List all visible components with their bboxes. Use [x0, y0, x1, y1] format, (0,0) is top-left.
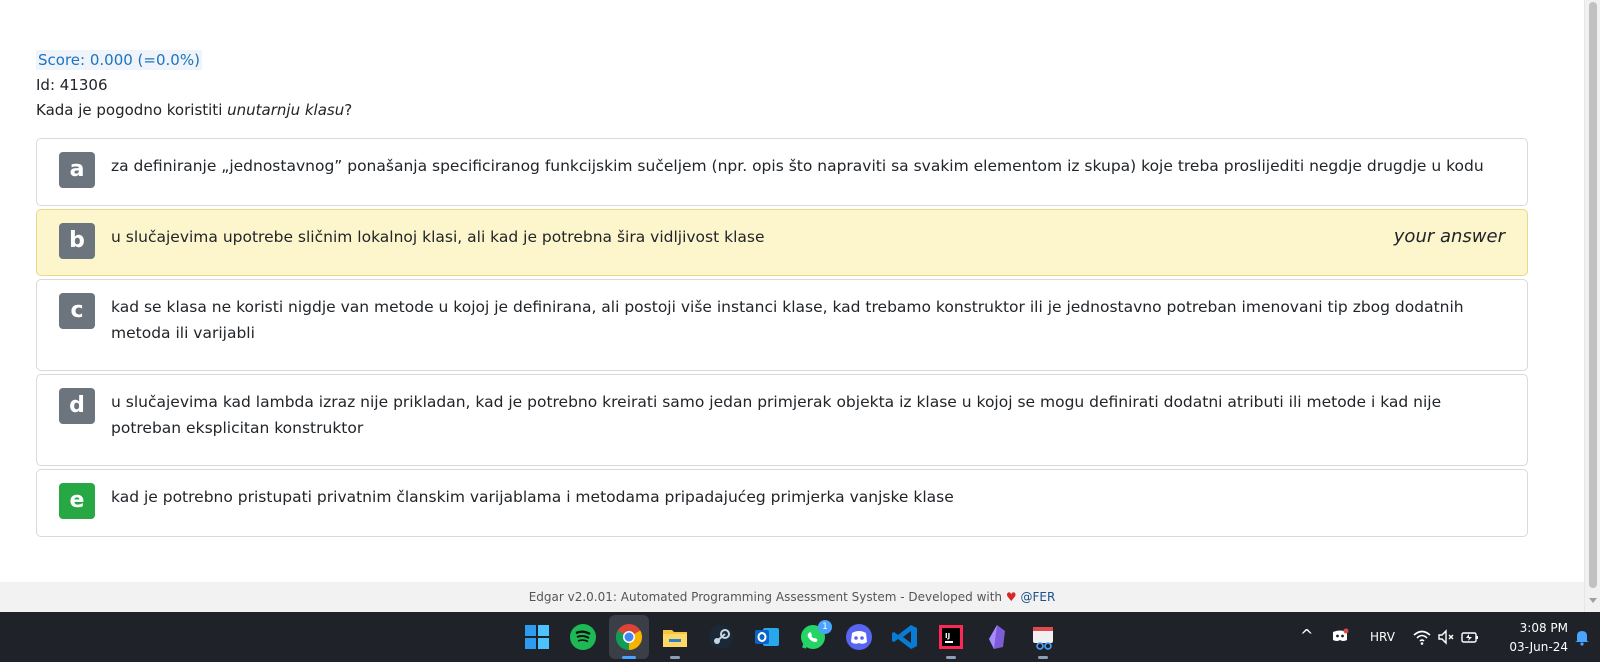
question-emphasis: unutarnju klasu: [227, 101, 345, 119]
answer-option-b[interactable]: b u slučajevima upotrebe sličnim lokalno…: [36, 209, 1528, 276]
question-id: Id: 41306: [36, 76, 108, 94]
outlook-icon[interactable]: [752, 622, 782, 652]
language-indicator[interactable]: HRV: [1370, 630, 1395, 644]
quiz-page: Score: 0.000 (=0.0%) Id: 41306 Kada je p…: [0, 0, 1584, 612]
volume-muted-icon[interactable]: [1436, 627, 1456, 647]
scrollbar-thumb[interactable]: [1589, 2, 1597, 588]
score-label: Score: 0.000 (=0.0%): [36, 50, 202, 70]
heart-icon: ♥: [1005, 590, 1017, 604]
obsidian-icon[interactable]: [982, 622, 1012, 652]
chevron-up-icon[interactable]: ^: [1300, 626, 1313, 645]
steam-icon[interactable]: [706, 622, 736, 652]
intellij-running-indicator: [946, 656, 956, 659]
snipping-running-indicator: [1038, 656, 1048, 659]
answer-letter-c: c: [59, 293, 95, 329]
answer-text-b: u slučajevima upotrebe sličnim lokalnoj …: [111, 228, 765, 246]
explorer-running-indicator: [670, 656, 680, 659]
intellij-icon[interactable]: IJ: [936, 622, 966, 652]
footer-text: Edgar v2.0.01: Automated Programming Ass…: [528, 590, 1003, 604]
discord-icon[interactable]: [844, 622, 874, 652]
wifi-icon[interactable]: [1412, 627, 1432, 647]
footer: Edgar v2.0.01: Automated Programming Ass…: [0, 582, 1584, 612]
svg-text:IJ: IJ: [945, 632, 950, 640]
answer-letter-d: d: [59, 388, 95, 424]
vertical-scrollbar[interactable]: [1584, 0, 1600, 612]
answer-option-d[interactable]: d u slučajevima kad lambda izraz nije pr…: [36, 374, 1528, 466]
taskbar: 1 IJ ^ HRV 3:08 PM 03-Jun-24: [0, 612, 1600, 662]
answer-option-c[interactable]: c kad se klasa ne koristi nigdje van met…: [36, 279, 1528, 371]
question-suffix: ?: [344, 101, 353, 119]
answer-text-e: kad je potrebno pristupati privatnim čla…: [111, 488, 954, 506]
your-answer-label: your answer: [1393, 226, 1505, 247]
footer-org-link[interactable]: @FER: [1020, 590, 1055, 604]
answer-option-a[interactable]: a za definiranje „jednostavnog” ponašanj…: [36, 138, 1528, 206]
file-explorer-icon[interactable]: [660, 622, 690, 652]
scroll-down-arrow-icon[interactable]: [1589, 598, 1597, 603]
chrome-running-indicator: [622, 656, 636, 659]
windows-start-icon[interactable]: [522, 622, 552, 652]
answer-letter-e: e: [59, 483, 95, 519]
answer-text-c: kad se klasa ne koristi nigdje van metod…: [111, 298, 1464, 342]
chrome-icon[interactable]: [614, 622, 644, 652]
answer-text-a: za definiranje „jednostavnog” ponašanja …: [111, 157, 1484, 175]
snipping-tool-icon[interactable]: [1028, 622, 1058, 652]
clock-date[interactable]: 03-Jun-24: [1496, 640, 1568, 654]
clock-time[interactable]: 3:08 PM: [1496, 621, 1568, 635]
notification-bell-icon[interactable]: [1572, 627, 1592, 647]
answer-option-e[interactable]: e kad je potrebno pristupati privatnim č…: [36, 469, 1528, 537]
discord-tray-icon[interactable]: [1330, 626, 1350, 646]
answer-letter-a: a: [59, 152, 95, 188]
battery-charging-icon[interactable]: [1460, 627, 1480, 647]
whatsapp-notification-badge: 1: [818, 620, 832, 634]
answer-letter-b: b: [59, 223, 95, 259]
spotify-icon[interactable]: [568, 622, 598, 652]
vscode-icon[interactable]: [890, 622, 920, 652]
question-prefix: Kada je pogodno koristiti: [36, 101, 228, 119]
question-text: Kada je pogodno koristiti unutarnju klas…: [36, 101, 352, 119]
answer-text-d: u slučajevima kad lambda izraz nije prik…: [111, 393, 1442, 437]
